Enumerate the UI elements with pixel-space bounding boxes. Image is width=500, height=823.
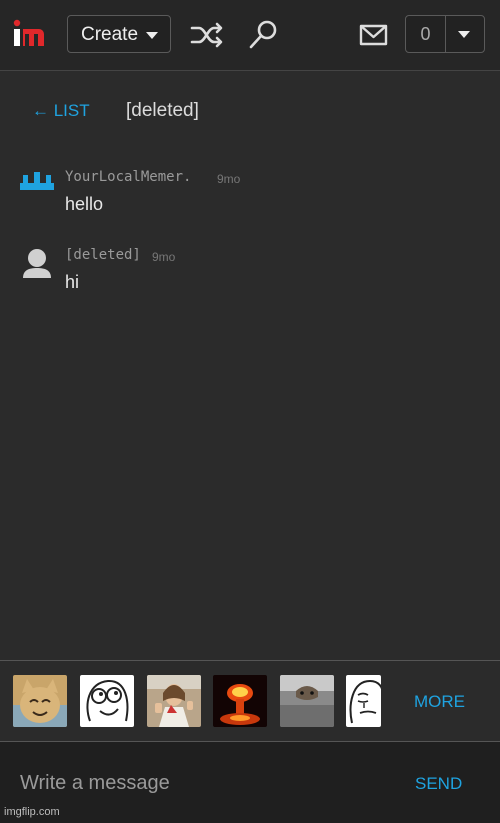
message-author[interactable]: YourLocalMemer.: [65, 169, 191, 185]
send-button[interactable]: SEND: [415, 774, 462, 794]
message-item: [deleted] 9mo hi: [0, 243, 500, 303]
more-memes-button[interactable]: MORE: [414, 692, 465, 712]
okay-face-thumb[interactable]: [346, 675, 381, 727]
user-avatar-icon[interactable]: [20, 170, 54, 204]
create-button-label: Create: [81, 24, 139, 45]
back-to-list-link[interactable]: ← LIST: [32, 101, 90, 121]
imgflip-logo-icon[interactable]: [12, 18, 54, 50]
mail-icon[interactable]: [356, 22, 392, 56]
message-text: hello: [65, 194, 104, 214]
derp-face-thumb[interactable]: [80, 675, 134, 727]
chevron-down-icon: [458, 31, 470, 38]
default-avatar-icon: [20, 246, 54, 280]
shuffle-icon[interactable]: [190, 18, 226, 52]
notification-count: 0: [406, 16, 446, 52]
message-timestamp: 9mo: [217, 172, 241, 186]
search-icon[interactable]: [246, 18, 282, 52]
message-author: [deleted]: [65, 247, 141, 263]
buddy-christ-thumb[interactable]: [147, 675, 201, 727]
create-button[interactable]: Create: [67, 15, 171, 53]
top-nav: Create 0: [0, 0, 500, 71]
conversation-title: [deleted]: [126, 100, 199, 121]
meme-picker-strip: MORE: [0, 660, 500, 741]
nuke-explosion-thumb[interactable]: [213, 675, 267, 727]
chevron-down-icon: [146, 32, 158, 39]
message-timestamp: 9mo: [152, 250, 176, 264]
ceiling-cat-thumb[interactable]: [280, 675, 334, 727]
message-composer: SEND: [0, 741, 500, 823]
message-item: YourLocalMemer. 9mo hello: [0, 165, 500, 225]
notifications-dropdown[interactable]: 0: [405, 15, 485, 53]
cat-meme-thumb[interactable]: [13, 675, 67, 727]
message-text: hi: [65, 272, 80, 292]
imgflip-watermark: imgflip.com: [4, 806, 60, 818]
message-input[interactable]: [20, 768, 390, 798]
